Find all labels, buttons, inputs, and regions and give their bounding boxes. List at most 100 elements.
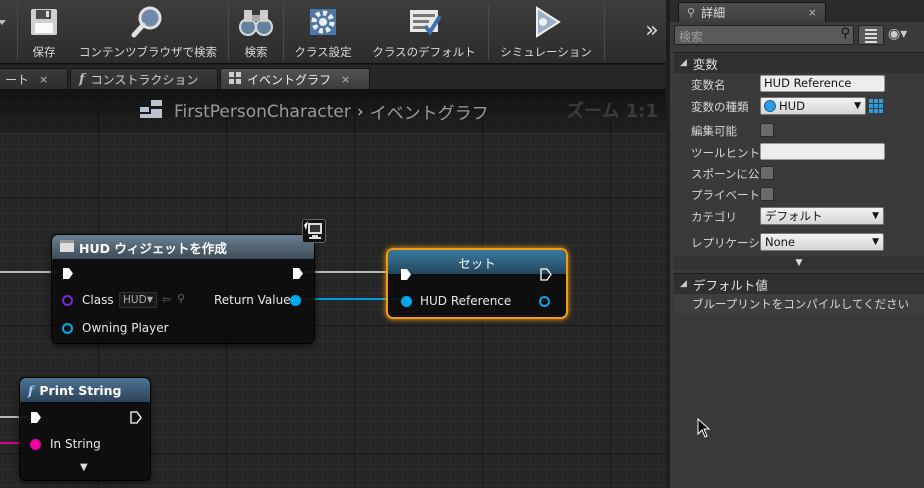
create-widget-node[interactable]: HUD ウィジェットを作成 Class HUD ▼ ⇦ ⚲ Return Val… bbox=[51, 234, 315, 344]
magnifier-icon bbox=[131, 4, 165, 40]
print-string-node[interactable]: f Print String In String ▼ bbox=[19, 377, 151, 481]
chevron-down-icon: ▼ bbox=[854, 101, 861, 111]
variable-type-dropdown[interactable]: HUD ▼ bbox=[760, 97, 866, 115]
widget-icon bbox=[60, 239, 74, 255]
chevron-down-icon: ◢ bbox=[680, 58, 687, 68]
visibility-eye-icon[interactable]: ◉▾ bbox=[888, 26, 907, 42]
details-search-box[interactable]: ⚲ bbox=[674, 25, 854, 46]
class-selector[interactable]: HUD ▼ bbox=[119, 292, 157, 308]
function-icon: f bbox=[28, 382, 34, 398]
function-icon: f bbox=[79, 71, 85, 87]
browse-icon[interactable]: ⚲ bbox=[177, 292, 185, 305]
expand-advanced-icon[interactable]: ▼ bbox=[80, 462, 88, 473]
replication-dropdown[interactable]: None ▼ bbox=[760, 233, 884, 251]
variable-category[interactable]: ◢ 変数 bbox=[674, 52, 924, 73]
class-defaults-button[interactable]: クラスのデフォルト bbox=[364, 0, 484, 64]
advanced-expand-button[interactable]: ▼ bbox=[674, 256, 924, 270]
content-browser-search-label: コンテンツブラウザで検索 bbox=[79, 45, 217, 59]
find-label: 検索 bbox=[244, 45, 268, 59]
category-label: カテゴリ bbox=[691, 210, 737, 224]
mouse-cursor-icon bbox=[697, 418, 711, 438]
variable-name-field[interactable]: HUD Reference bbox=[760, 75, 885, 92]
close-icon[interactable]: × bbox=[341, 73, 350, 86]
toolbar-overflow-left[interactable] bbox=[0, 0, 10, 64]
gear-icon bbox=[306, 4, 340, 40]
find-button[interactable]: 検索 bbox=[232, 0, 280, 64]
private-label: プライベート bbox=[691, 188, 759, 202]
category-dropdown[interactable]: デフォルト ▼ bbox=[760, 207, 884, 225]
row-expose-on-spawn: スポーンに公 bbox=[674, 163, 924, 184]
hud-reference-out-pin[interactable] bbox=[539, 296, 550, 307]
search-icon[interactable]: ⚲ bbox=[840, 26, 850, 41]
details-tab-bar: ⚲ 詳細 × bbox=[670, 0, 924, 22]
toolbar-separator bbox=[283, 4, 284, 60]
chevron-down-icon: ▼ bbox=[146, 295, 153, 304]
close-icon[interactable]: × bbox=[808, 6, 817, 19]
details-tab-label: 詳細 bbox=[701, 6, 726, 20]
expose-on-spawn-checkbox[interactable] bbox=[760, 166, 774, 180]
toolbar-more-button[interactable]: » bbox=[640, 0, 664, 64]
details-search-row: ⚲ ◉▾ bbox=[674, 25, 924, 47]
row-variable-type: 変数の種類 HUD ▼ bbox=[674, 96, 924, 117]
tooltip-label: ツールヒント bbox=[691, 146, 759, 160]
save-button[interactable]: 保存 bbox=[22, 0, 66, 64]
variable-name-label: 変数名 bbox=[691, 78, 726, 92]
tab-event-graph[interactable]: イベントグラフ × bbox=[220, 68, 370, 89]
chevron-down-icon: ◢ bbox=[680, 279, 687, 289]
variable-category-label: 変数 bbox=[692, 56, 718, 72]
class-settings-button[interactable]: クラス設定 bbox=[287, 0, 359, 64]
search-input[interactable] bbox=[675, 28, 835, 46]
editable-checkbox[interactable] bbox=[760, 123, 774, 137]
default-value-category[interactable]: ◢ デフォルト値 bbox=[674, 273, 924, 294]
class-defaults-label: クラスのデフォルト bbox=[372, 45, 476, 59]
class-pin-label: Class bbox=[82, 293, 114, 307]
exec-in-pin[interactable] bbox=[30, 411, 42, 424]
hud-reference-in-pin[interactable] bbox=[401, 296, 412, 307]
use-selected-icon[interactable]: ⇦ bbox=[162, 293, 171, 306]
editable-label: 編集可能 bbox=[691, 124, 737, 138]
return-value-pin[interactable] bbox=[290, 295, 301, 306]
variable-type-value: HUD bbox=[779, 99, 805, 113]
print-string-header: f Print String bbox=[20, 378, 150, 402]
row-tooltip: ツールヒント bbox=[674, 142, 924, 163]
set-hud-reference-node[interactable]: セット HUD Reference bbox=[386, 248, 568, 319]
chevron-down-icon: ▼ bbox=[795, 258, 803, 268]
default-value-category-label: デフォルト値 bbox=[692, 277, 768, 293]
exec-out-pin[interactable] bbox=[130, 411, 142, 424]
row-replication: レプリケーシ None ▼ bbox=[674, 232, 924, 253]
checklist-icon bbox=[407, 4, 441, 40]
class-pin[interactable] bbox=[62, 295, 73, 306]
exec-in-pin[interactable] bbox=[400, 268, 412, 281]
container-type-grid-icon[interactable] bbox=[869, 99, 883, 113]
class-selector-value: HUD bbox=[123, 294, 147, 306]
chevron-down-icon: ▼ bbox=[872, 211, 879, 221]
tooltip-field[interactable] bbox=[760, 143, 885, 160]
exec-in-pin[interactable] bbox=[62, 267, 74, 280]
tab-construction-script[interactable]: f コンストラクション bbox=[70, 68, 218, 89]
exec-out-pin[interactable] bbox=[292, 267, 304, 280]
exec-out-pin[interactable] bbox=[540, 268, 552, 281]
chevron-right-double-icon: » bbox=[645, 18, 659, 43]
close-icon[interactable]: × bbox=[39, 73, 48, 86]
event-graph-canvas[interactable]: FirstPersonCharacter › イベントグラフ ズーム 1:1 H… bbox=[0, 89, 666, 488]
toolbar-separator bbox=[488, 4, 489, 60]
row-category: カテゴリ デフォルト ▼ bbox=[674, 206, 924, 227]
simulation-label: シミュレーション bbox=[500, 45, 592, 59]
save-label: 保存 bbox=[32, 45, 56, 59]
content-browser-search-button[interactable]: コンテンツブラウザで検索 bbox=[72, 0, 224, 64]
in-string-pin[interactable] bbox=[30, 439, 41, 450]
tab-label: イベントグラフ bbox=[247, 72, 332, 87]
private-checkbox[interactable] bbox=[760, 187, 774, 201]
property-matrix-button[interactable] bbox=[858, 25, 884, 45]
owning-player-label: Owning Player bbox=[82, 321, 169, 335]
simulation-button[interactable]: シミュレーション bbox=[492, 0, 600, 64]
expose-on-spawn-label: スポーンに公 bbox=[691, 167, 759, 181]
owning-player-pin[interactable] bbox=[62, 323, 73, 334]
chevron-down-icon: ▼ bbox=[872, 237, 879, 247]
tab-details[interactable]: ⚲ 詳細 × bbox=[678, 2, 826, 22]
class-settings-label: クラス設定 bbox=[294, 45, 352, 59]
row-editable: 編集可能 bbox=[674, 120, 924, 141]
tab-event-graph-partial[interactable]: ート × bbox=[0, 68, 68, 89]
binoculars-icon bbox=[239, 4, 273, 40]
play-icon bbox=[529, 4, 563, 40]
